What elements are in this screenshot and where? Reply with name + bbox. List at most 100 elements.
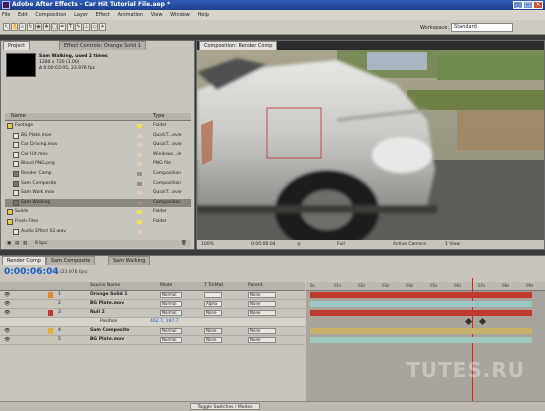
rotate-tool-icon[interactable]: ↻ [27, 23, 34, 31]
label-color-swatch[interactable] [137, 124, 142, 128]
label-color-swatch[interactable] [137, 181, 142, 186]
label-color-swatch[interactable] [137, 152, 142, 157]
layer-duration-bar[interactable] [310, 301, 532, 307]
mode-dropdown[interactable]: Normal [160, 301, 182, 307]
camera-tool-icon[interactable]: ◉ [35, 23, 42, 31]
current-time-display[interactable]: 0:00:06:04 [251, 240, 276, 249]
project-item[interactable]: BG Plate.mov QuickT...ovie [5, 132, 191, 140]
timeline-tracks[interactable]: 0s 01s 02s 03s 04s 05s 06s 07s 08s 09s [306, 278, 545, 402]
visibility-eye-icon[interactable]: 👁 [4, 310, 10, 316]
visibility-eye-icon[interactable]: 👁 [4, 337, 10, 343]
column-mode[interactable]: Mode [160, 282, 172, 290]
visibility-eye-icon[interactable]: 👁 [4, 301, 10, 307]
hand-tool-icon[interactable]: ✋ [11, 23, 18, 31]
layer-row[interactable]: 👁 3 Null 2 Normal None None [0, 309, 305, 318]
track-matte-dropdown[interactable]: None [204, 328, 222, 334]
current-time-indicator[interactable]: 0:00:06:04 [4, 267, 59, 277]
interpret-footage-icon[interactable]: ▣ [7, 240, 11, 248]
parent-dropdown[interactable]: None [248, 310, 276, 316]
visibility-eye-icon[interactable]: 👁 [4, 328, 10, 334]
label-color-swatch[interactable] [137, 172, 142, 176]
eraser-tool-icon[interactable]: ◇ [91, 23, 98, 31]
project-item[interactable]: Sam Composite Composition [5, 180, 191, 188]
layer-row[interactable]: 👁 5 BG Plate.mov Normal None None [0, 336, 305, 345]
tab-sam-composite[interactable]: Sam Composite [46, 256, 96, 265]
menu-animation[interactable]: Animation [118, 12, 144, 18]
keyframe-icon[interactable] [478, 317, 487, 326]
mode-dropdown[interactable]: Normal [160, 337, 182, 343]
minimize-icon[interactable]: _ [513, 1, 523, 9]
maximize-icon[interactable]: □ [523, 1, 533, 9]
project-item[interactable]: Footage Folder [5, 122, 191, 130]
label-color-swatch[interactable] [137, 162, 142, 167]
project-item[interactable]: Fresh Files Folder [5, 218, 191, 226]
project-item[interactable]: Render Comp Composition [5, 170, 191, 178]
label-color-swatch[interactable] [137, 191, 142, 196]
resolution-dropdown[interactable]: Full [337, 240, 345, 249]
keyframe-icon[interactable] [464, 317, 473, 326]
layer-label-color[interactable] [48, 310, 53, 316]
label-color-swatch[interactable] [137, 133, 142, 138]
track-matte-dropdown[interactable]: None [204, 310, 222, 316]
tab-effect-controls[interactable]: Effect Controls: Orange Solid 1 [59, 41, 146, 50]
track-matte-dropdown[interactable]: Alpha [204, 301, 222, 307]
mode-dropdown[interactable]: Normal [160, 310, 182, 316]
column-source-name[interactable]: Source Name [90, 282, 120, 290]
layer-label-color[interactable] [48, 292, 53, 298]
label-color-swatch[interactable] [137, 200, 142, 205]
menu-help[interactable]: Help [197, 12, 208, 18]
view-layout-dropdown[interactable]: 1 View [445, 240, 460, 249]
brush-tool-icon[interactable]: ✎ [75, 23, 82, 31]
tab-project[interactable]: Project [3, 41, 31, 50]
project-item[interactable]: Audio Effect 02.wav [5, 228, 191, 236]
position-value[interactable]: 462.7, 197.7 [150, 318, 179, 326]
label-color-swatch[interactable] [137, 210, 142, 215]
time-ruler[interactable]: 0s 01s 02s 03s 04s 05s 06s 07s 08s 09s [306, 282, 545, 291]
zoom-tool-icon[interactable]: ⌕ [19, 23, 26, 31]
label-color-swatch[interactable] [137, 143, 142, 148]
tab-composition[interactable]: Composition: Render Comp [199, 41, 278, 50]
rectangle-mask-tool-icon[interactable]: □ [51, 23, 58, 31]
zoom-dropdown[interactable]: 100% [201, 240, 214, 249]
label-color-swatch[interactable] [137, 229, 142, 234]
column-name[interactable]: Name [11, 113, 26, 120]
layer-duration-bar[interactable] [310, 292, 532, 298]
property-row[interactable]: Position 462.7, 197.7 [0, 318, 305, 327]
project-item[interactable]: Car Driving.mov QuickT...ovie [5, 141, 191, 149]
layer-row[interactable]: 👁 4 Sam Composite Normal None None [0, 327, 305, 336]
new-folder-icon[interactable]: ▤ [15, 240, 19, 248]
new-composition-icon[interactable]: ▥ [23, 240, 27, 248]
parent-dropdown[interactable]: None [248, 292, 276, 298]
snapshot-icon[interactable]: ◎ [297, 240, 301, 249]
layer-duration-bar[interactable] [310, 310, 532, 316]
project-item[interactable]: Blood PNG.png PNG file [5, 160, 191, 168]
label-color-swatch[interactable] [137, 220, 142, 224]
type-tool-icon[interactable]: T [67, 23, 74, 31]
menu-view[interactable]: View [151, 12, 163, 18]
active-camera-dropdown[interactable]: Active Camera [393, 240, 426, 249]
pen-tool-icon[interactable]: ✒ [59, 23, 66, 31]
workspace-dropdown[interactable]: Standard [451, 23, 514, 32]
project-item[interactable]: Car Hit.mov Windows...le [5, 151, 191, 159]
layer-row[interactable]: 👁 1 Orange Solid 1 Normal None [0, 291, 305, 300]
menu-window[interactable]: Window [170, 12, 190, 18]
track-matte-dropdown[interactable]: None [204, 337, 222, 343]
menu-effect[interactable]: Effect [96, 12, 110, 18]
layer-label-color[interactable] [48, 328, 53, 334]
tab-sam-walking[interactable]: Sam Walking [108, 256, 151, 265]
menu-edit[interactable]: Edit [18, 12, 28, 18]
layer-row[interactable]: 👁 2 BG Plate.mov Normal Alpha None [0, 300, 305, 309]
layer-label-color[interactable] [48, 301, 53, 307]
close-icon[interactable]: × [533, 1, 543, 9]
column-type[interactable]: Type [153, 113, 164, 120]
trash-icon[interactable]: 🗑 [181, 240, 187, 248]
composition-viewer[interactable] [197, 50, 544, 240]
menu-composition[interactable]: Composition [35, 12, 66, 18]
mode-dropdown[interactable]: Normal [160, 328, 182, 334]
column-parent[interactable]: Parent [248, 282, 262, 290]
selection-tool-icon[interactable]: ↖ [3, 23, 10, 31]
layer-duration-bar[interactable] [310, 337, 532, 343]
mode-dropdown[interactable]: Normal [160, 292, 182, 298]
column-trkmat[interactable]: T TrkMat [204, 282, 223, 290]
bit-depth[interactable]: 8 bpc [35, 240, 47, 248]
